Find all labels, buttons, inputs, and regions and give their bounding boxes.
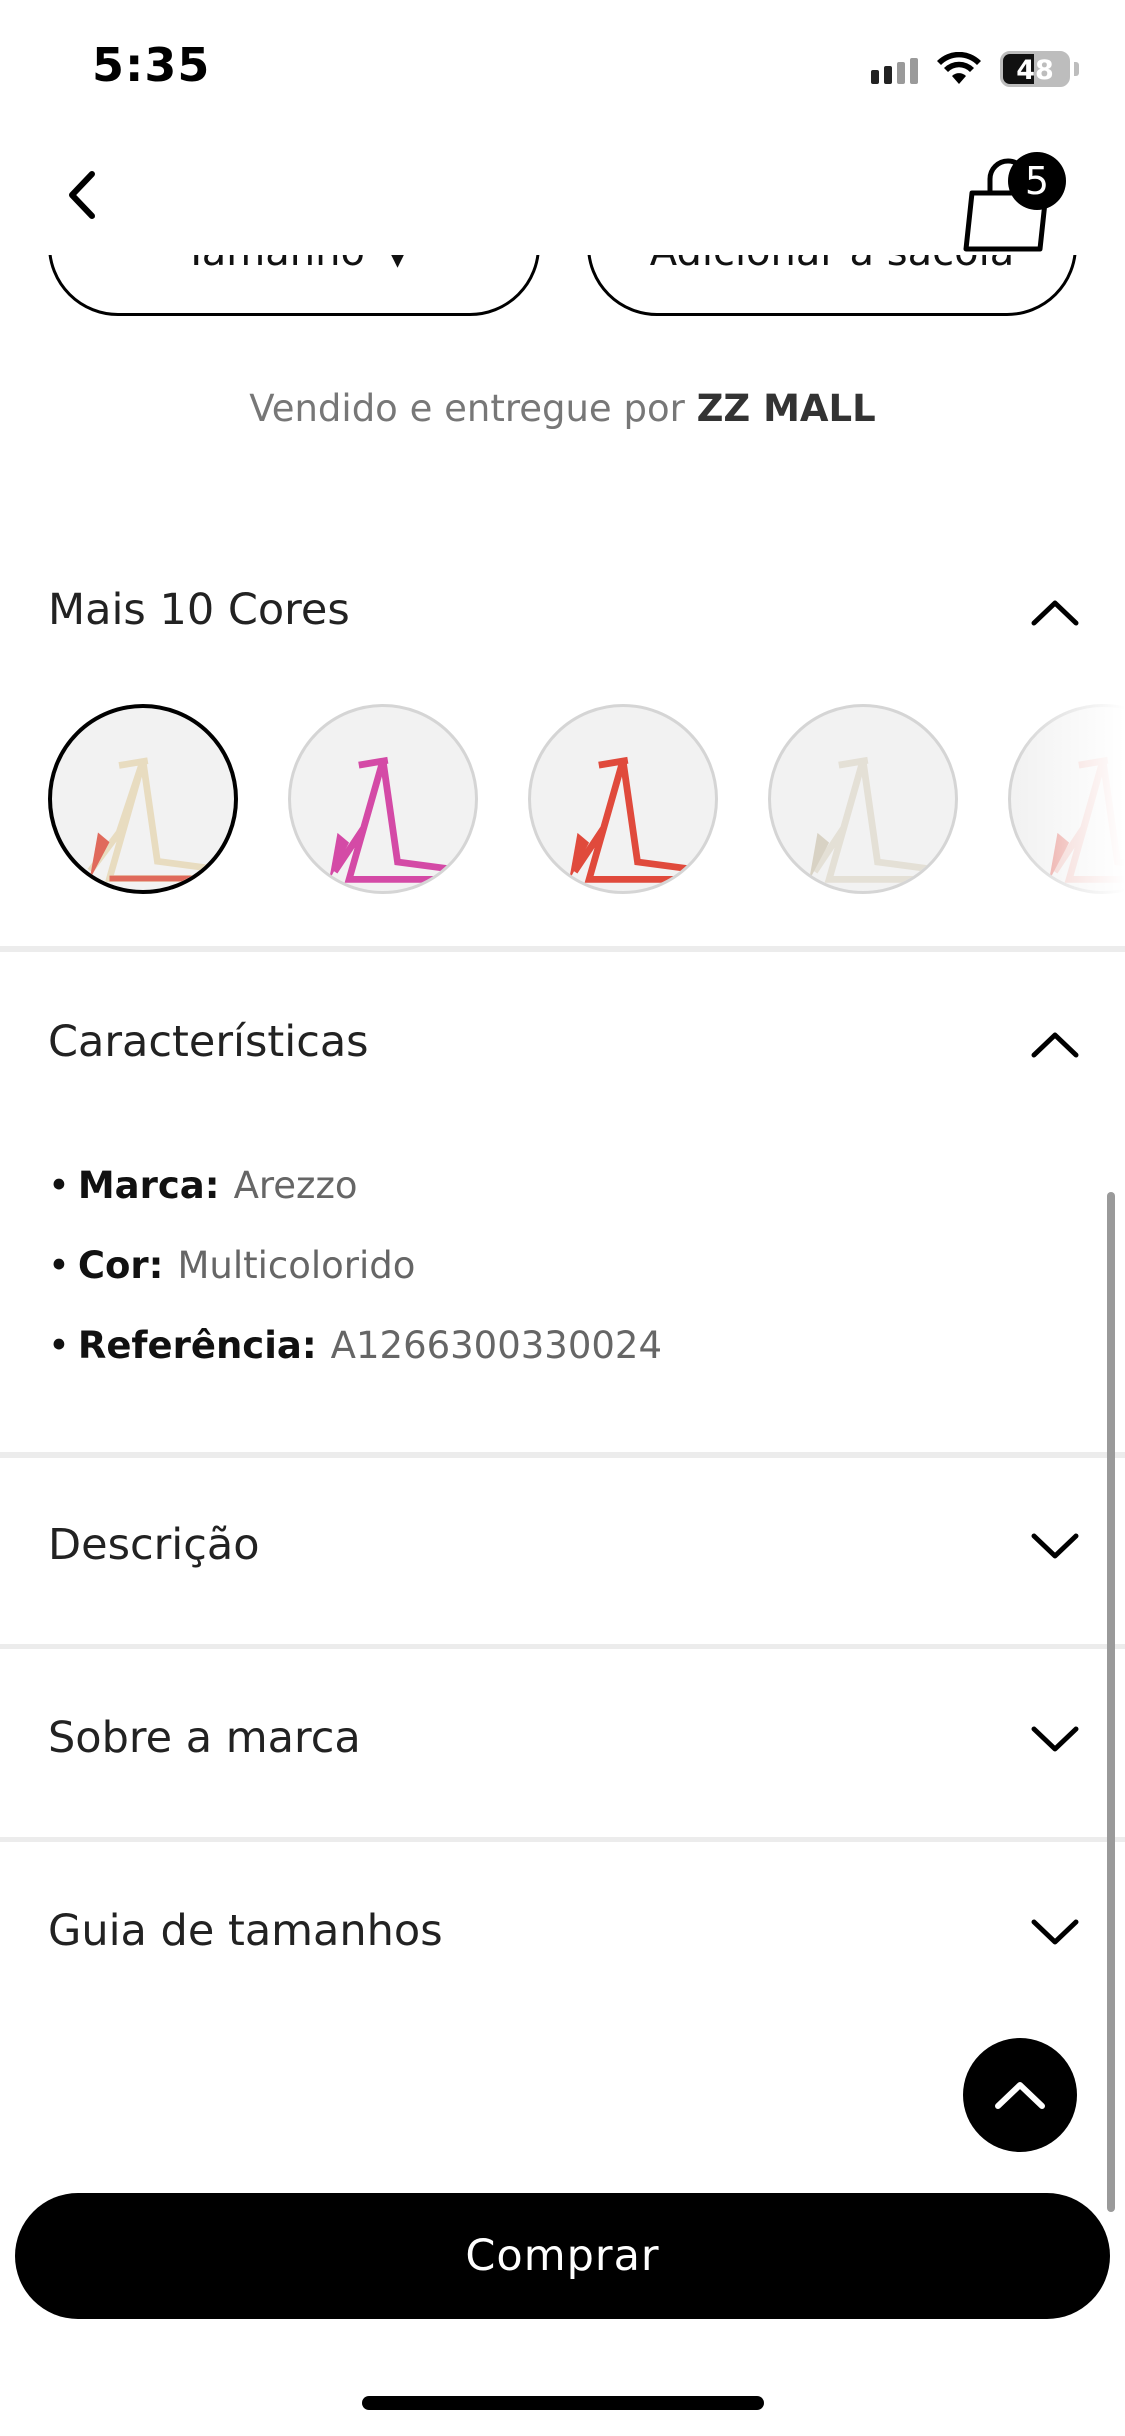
sold-by-text: Vendido e entregue por ZZ MALL <box>0 387 1125 430</box>
list-item: • Cor: Multicolorido <box>48 1243 416 1287</box>
chevron-left-icon <box>69 171 95 219</box>
buy-button[interactable]: Comprar <box>15 2193 1110 2319</box>
spec-label: Cor: <box>77 1243 164 1287</box>
divider <box>0 1452 1125 1458</box>
list-item: • Marca: Arezzo <box>48 1163 358 1207</box>
color-swatch-nude-vermelho[interactable] <box>48 704 238 894</box>
spec-label: Referência: <box>77 1323 317 1367</box>
back-button[interactable] <box>52 165 112 225</box>
spec-value: A1266300330024 <box>330 1323 663 1367</box>
description-section-title[interactable]: Descrição <box>48 1520 260 1570</box>
home-indicator <box>362 2396 764 2410</box>
divider <box>0 1837 1125 1842</box>
status-icons: 48 <box>871 46 1079 92</box>
divider <box>0 1644 1125 1649</box>
battery-level: 48 <box>1016 55 1054 86</box>
chevron-down-icon[interactable] <box>1030 1725 1080 1755</box>
size-guide-section-title[interactable]: Guia de tamanhos <box>48 1906 443 1956</box>
characteristics-section-title: Características <box>48 1017 369 1067</box>
spec-value: Arezzo <box>233 1163 358 1207</box>
scrollbar[interactable] <box>1107 1192 1115 2212</box>
scroll-fade <box>1015 700 1125 900</box>
chevron-up-icon <box>995 2082 1045 2109</box>
chevron-up-icon[interactable] <box>1030 1029 1080 1059</box>
wifi-icon <box>937 52 981 84</box>
about-brand-section-title[interactable]: Sobre a marca <box>48 1713 361 1763</box>
battery-icon: 48 <box>1000 51 1070 87</box>
signal-icon <box>871 54 918 84</box>
spec-value: Multicolorido <box>177 1243 416 1287</box>
color-swatches <box>0 700 1125 900</box>
seller-name: ZZ MALL <box>696 387 876 430</box>
status-time: 5:35 <box>92 38 211 92</box>
scroll-to-top-button[interactable] <box>963 2038 1077 2152</box>
spec-label: Marca: <box>77 1163 220 1207</box>
list-item: • Referência: A1266300330024 <box>48 1323 663 1367</box>
divider <box>0 946 1125 952</box>
bag-count-badge: 5 <box>1008 152 1066 210</box>
colors-section-title: Mais 10 Cores <box>48 585 350 635</box>
nav-header <box>0 135 1125 255</box>
status-bar: 5:35 48 <box>0 0 1125 135</box>
chevron-down-icon[interactable] <box>1030 1532 1080 1562</box>
buy-button-label: Comprar <box>465 2231 660 2281</box>
color-swatch-off-white[interactable] <box>768 704 958 894</box>
color-swatch-pink[interactable] <box>288 704 478 894</box>
chevron-down-icon[interactable] <box>1030 1918 1080 1948</box>
sold-by-prefix: Vendido e entregue por <box>249 387 685 430</box>
color-swatch-red[interactable] <box>528 704 718 894</box>
chevron-up-icon[interactable] <box>1030 597 1080 627</box>
characteristics-list: • Marca: Arezzo • Cor: Multicolorido • R… <box>48 1145 662 1385</box>
